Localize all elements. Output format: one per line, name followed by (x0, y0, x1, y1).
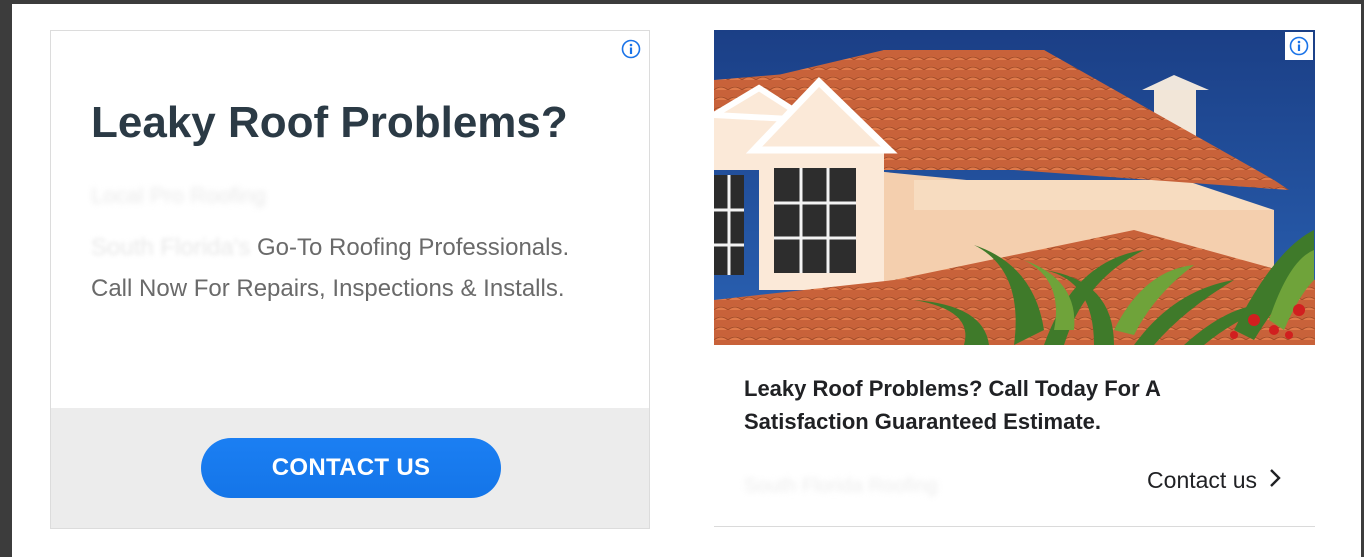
text-ad-card[interactable]: Leaky Roof Problems? Local Pro Roofing S… (50, 30, 650, 529)
contact-us-label[interactable]: Contact us (1147, 467, 1257, 494)
contact-us-link[interactable]: Contact us (1147, 467, 1281, 494)
page-frame-left (0, 0, 12, 557)
info-icon-badge[interactable] (1285, 32, 1313, 60)
ad-headline[interactable]: Leaky Roof Problems? Call Today For A Sa… (744, 372, 1284, 438)
info-icon[interactable] (1289, 36, 1309, 56)
contact-us-button[interactable]: CONTACT US (201, 438, 501, 498)
ad-description: South Florida's Go-To Roofing Profession… (91, 227, 611, 309)
house-roof-image[interactable] (714, 30, 1315, 345)
ad-headline[interactable]: Leaky Roof Problems? (91, 95, 631, 151)
house-roof-illustration (714, 30, 1315, 345)
divider (714, 526, 1315, 527)
page-frame-top (0, 0, 1364, 4)
advertiser-name: South Florida Roofing (744, 475, 938, 497)
ad-description-faded: South Florida's (91, 234, 251, 261)
image-ad-card[interactable]: Leaky Roof Problems? Call Today For A Sa… (714, 30, 1315, 527)
info-icon[interactable] (621, 39, 641, 59)
advertiser-name: Local Pro Roofing (91, 183, 266, 208)
chevron-right-icon[interactable] (1269, 467, 1281, 494)
